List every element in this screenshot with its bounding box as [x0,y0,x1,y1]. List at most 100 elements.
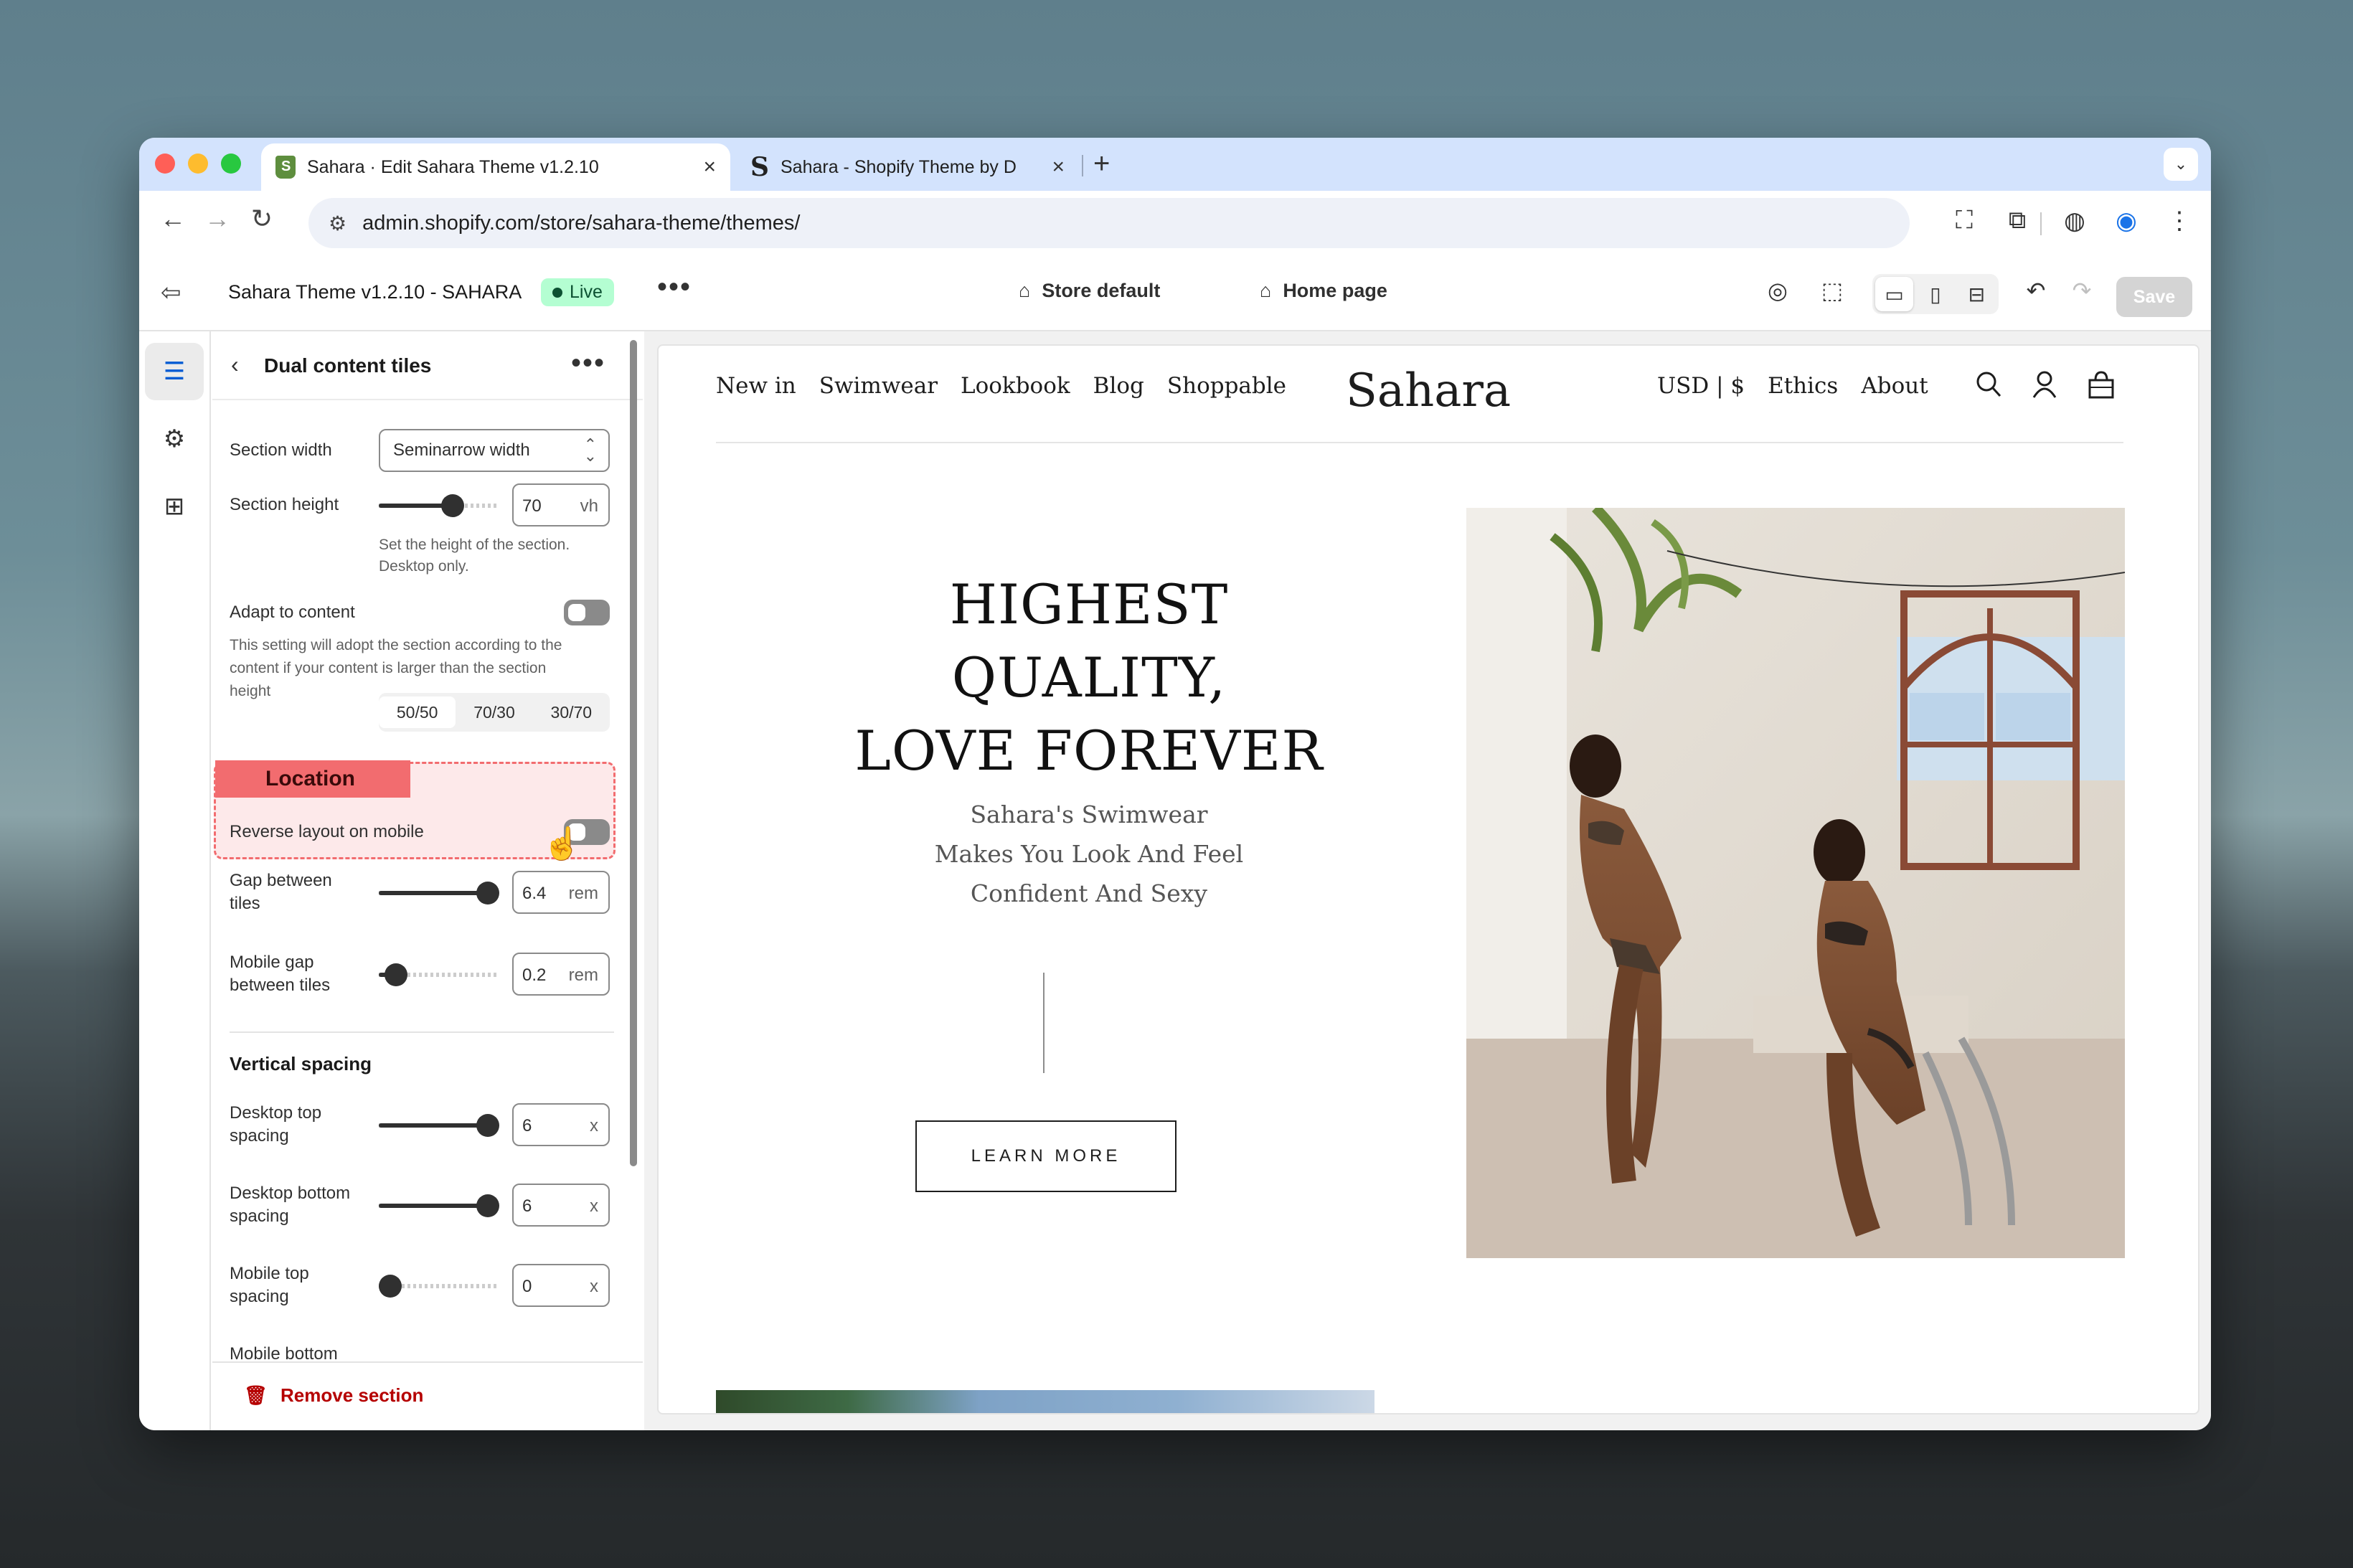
desktop-view-button[interactable]: ▭ [1875,277,1914,311]
back-chevron-icon[interactable]: ‹ [231,351,239,378]
nav-about[interactable]: About [1861,373,1928,399]
desktop-bottom-input[interactable]: 6 x [512,1184,610,1227]
sections-icon[interactable]: ☰ [145,343,204,400]
panel-header: ‹ Dual content tiles ••• [212,331,643,400]
minimize-window-button[interactable] [188,154,208,174]
gear-icon[interactable]: ⚙ [145,410,204,468]
exit-icon[interactable]: ⇦ [161,278,181,307]
slider-handle[interactable] [379,1275,402,1298]
hand-cursor-icon: ☝ [542,826,582,861]
preview-scrollbar[interactable] [2198,613,2199,670]
new-tab-button[interactable]: + [1093,148,1110,180]
adapt-to-content-toggle[interactable] [564,600,610,625]
bag-icon[interactable] [2088,370,2115,406]
chevron-down-icon: ⌄ [2174,155,2188,173]
home-page-label: Home page [1283,280,1387,301]
tab-sahara-theme[interactable]: S Sahara - Shopify Theme by D × [739,143,1076,191]
desktop-bottom-label: Desktop bottom [230,1184,351,1203]
slider-handle[interactable] [476,1114,499,1137]
nav-blog[interactable]: Blog [1093,373,1144,399]
slider-handle[interactable] [385,963,407,986]
layout-option-50-50[interactable]: 50/50 [379,696,456,728]
live-badge: Live [541,278,614,306]
close-tab-icon[interactable]: × [703,155,716,179]
reload-icon[interactable]: ↻ [244,204,280,234]
layout-option-30-70[interactable]: 30/70 [533,696,610,728]
currency-selector[interactable]: USD | $ [1657,373,1745,399]
screen-capture-icon[interactable]: ⛶ [1947,207,1981,235]
nav-swimwear[interactable]: Swimwear [819,373,938,399]
section-width-select[interactable]: Seminarrow width ⌃ ⌄ [379,429,610,472]
browser-menu-icon[interactable]: ⋮ [2162,207,2197,235]
fullscreen-view-button[interactable]: ⊟ [1958,277,1996,311]
tab-theme-editor[interactable]: Sahara · Edit Sahara Theme v1.2.10 × [261,143,730,191]
preview-area: New in Swimwear Lookbook Blog Shoppable … [644,331,2211,1430]
ai-assistant-icon[interactable]: ◎ [1760,277,1795,304]
mobile-top-input[interactable]: 0 x [512,1264,610,1307]
desktop-bottom-slider[interactable] [379,1194,499,1217]
hero-image[interactable] [1466,508,2125,1258]
slider-handle[interactable] [476,882,499,905]
section-height-input[interactable]: 70 vh [512,483,610,526]
extensions-icon[interactable]: ⧉ [2000,207,2034,235]
adapt-help: height [230,683,271,699]
remove-section-button[interactable]: 🗑 Remove section [244,1384,423,1407]
site-info-icon[interactable]: ⚙ [329,212,346,235]
save-button[interactable]: Save [2116,277,2192,317]
url-text[interactable]: admin.shopify.com/store/sahara-theme/the… [362,212,800,235]
desktop-top-slider[interactable] [379,1114,499,1137]
section-width-value: Seminarrow width [393,440,530,460]
close-tab-icon[interactable]: × [1052,155,1065,179]
second-tile-image[interactable] [716,1390,1374,1413]
nav-new-in[interactable]: New in [716,373,796,399]
store-utility-nav: USD | $ Ethics About [1657,373,1928,399]
desktop-top-input[interactable]: 6 x [512,1103,610,1146]
forward-arrow-icon[interactable]: → [199,204,235,234]
mobile-gap-slider[interactable] [379,963,499,986]
nav-shoppable[interactable]: Shoppable [1167,373,1286,399]
gap-slider[interactable] [379,882,499,905]
slider-handle[interactable] [476,1194,499,1217]
desktop-bottom-value: 6 [522,1196,532,1216]
section-height-unit: vh [580,496,598,516]
desktop-top-value: 6 [522,1116,532,1135]
page-selector[interactable]: ⌂ Home page [1260,280,1387,302]
apps-icon[interactable]: ⊞ [145,478,204,535]
tab-search-button[interactable]: ⌄ [2164,148,2198,181]
remove-section-label: Remove section [280,1384,424,1406]
hero-heading-line: HIGHEST [949,572,1229,636]
address-bar[interactable]: ⚙ admin.shopify.com/store/sahara-theme/t… [308,198,1910,248]
performance-icon[interactable]: ◍ [2057,207,2092,235]
section-more-button[interactable]: ••• [571,347,605,379]
nav-ethics[interactable]: Ethics [1768,373,1838,399]
store-default-selector[interactable]: ⌂ Store default [1019,280,1160,302]
profile-icon[interactable]: ◉ [2109,207,2144,235]
trash-icon: 🗑 [244,1384,268,1406]
store-logo[interactable]: Sahara [1346,364,1511,417]
mobile-view-button[interactable]: ▯ [1916,277,1954,311]
section-height-slider[interactable] [379,494,499,517]
back-arrow-icon[interactable]: ← [155,204,191,234]
mobile-top-slider[interactable] [379,1275,499,1298]
desktop-bottom-unit: x [590,1196,598,1216]
learn-more-button[interactable]: LEARN MORE [915,1120,1176,1192]
inspector-icon[interactable]: ⬚ [1815,277,1849,304]
nav-lookbook[interactable]: Lookbook [961,373,1070,399]
maximize-window-button[interactable] [221,154,241,174]
account-icon[interactable] [2032,370,2057,406]
gap-input[interactable]: 6.4 rem [512,871,610,914]
layout-option-70-30[interactable]: 70/30 [456,696,532,728]
tab-strip: Sahara · Edit Sahara Theme v1.2.10 × S S… [139,138,2211,191]
close-window-button[interactable] [155,154,175,174]
theme-actions-button[interactable]: ••• [657,271,692,303]
decorative-line [1043,973,1045,1073]
panel-scrollbar[interactable] [630,340,637,1166]
mobile-gap-input[interactable]: 0.2 rem [512,953,610,996]
undo-icon[interactable]: ↶ [2019,277,2053,304]
slider-handle[interactable] [441,494,464,517]
redo-icon[interactable]: ↷ [2065,277,2099,304]
mobile-gap-value: 0.2 [522,965,547,985]
section-height-help: Set the height of the section. [379,537,570,553]
search-icon[interactable] [1976,370,2001,406]
hero-sub-line: Makes You Look And Feel [934,840,1244,868]
